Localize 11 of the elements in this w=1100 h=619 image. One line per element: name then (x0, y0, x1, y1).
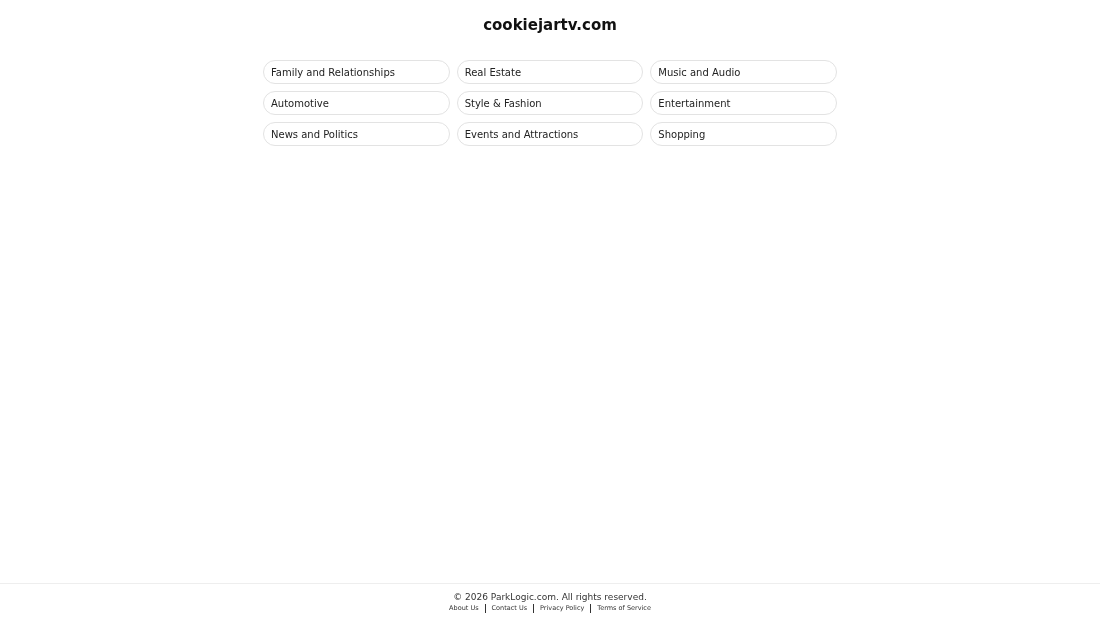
category-link[interactable]: Music and Audio (650, 60, 837, 84)
category-link[interactable]: Real Estate (456, 60, 644, 84)
category-link[interactable]: Automotive (263, 91, 450, 115)
category-link[interactable]: Family and Relationships (263, 60, 450, 84)
category-link[interactable]: Shopping (650, 122, 837, 146)
category-link[interactable]: Entertainment (650, 91, 837, 115)
category-link[interactable]: Events and Attractions (456, 122, 644, 146)
site-title: cookiejartv.com (483, 16, 617, 35)
category-link[interactable]: Style & Fashion (456, 91, 644, 115)
category-link[interactable]: News and Politics (263, 122, 450, 146)
copyright-text: © 2026 ParkLogic.com. All rights reserved. (453, 592, 647, 603)
